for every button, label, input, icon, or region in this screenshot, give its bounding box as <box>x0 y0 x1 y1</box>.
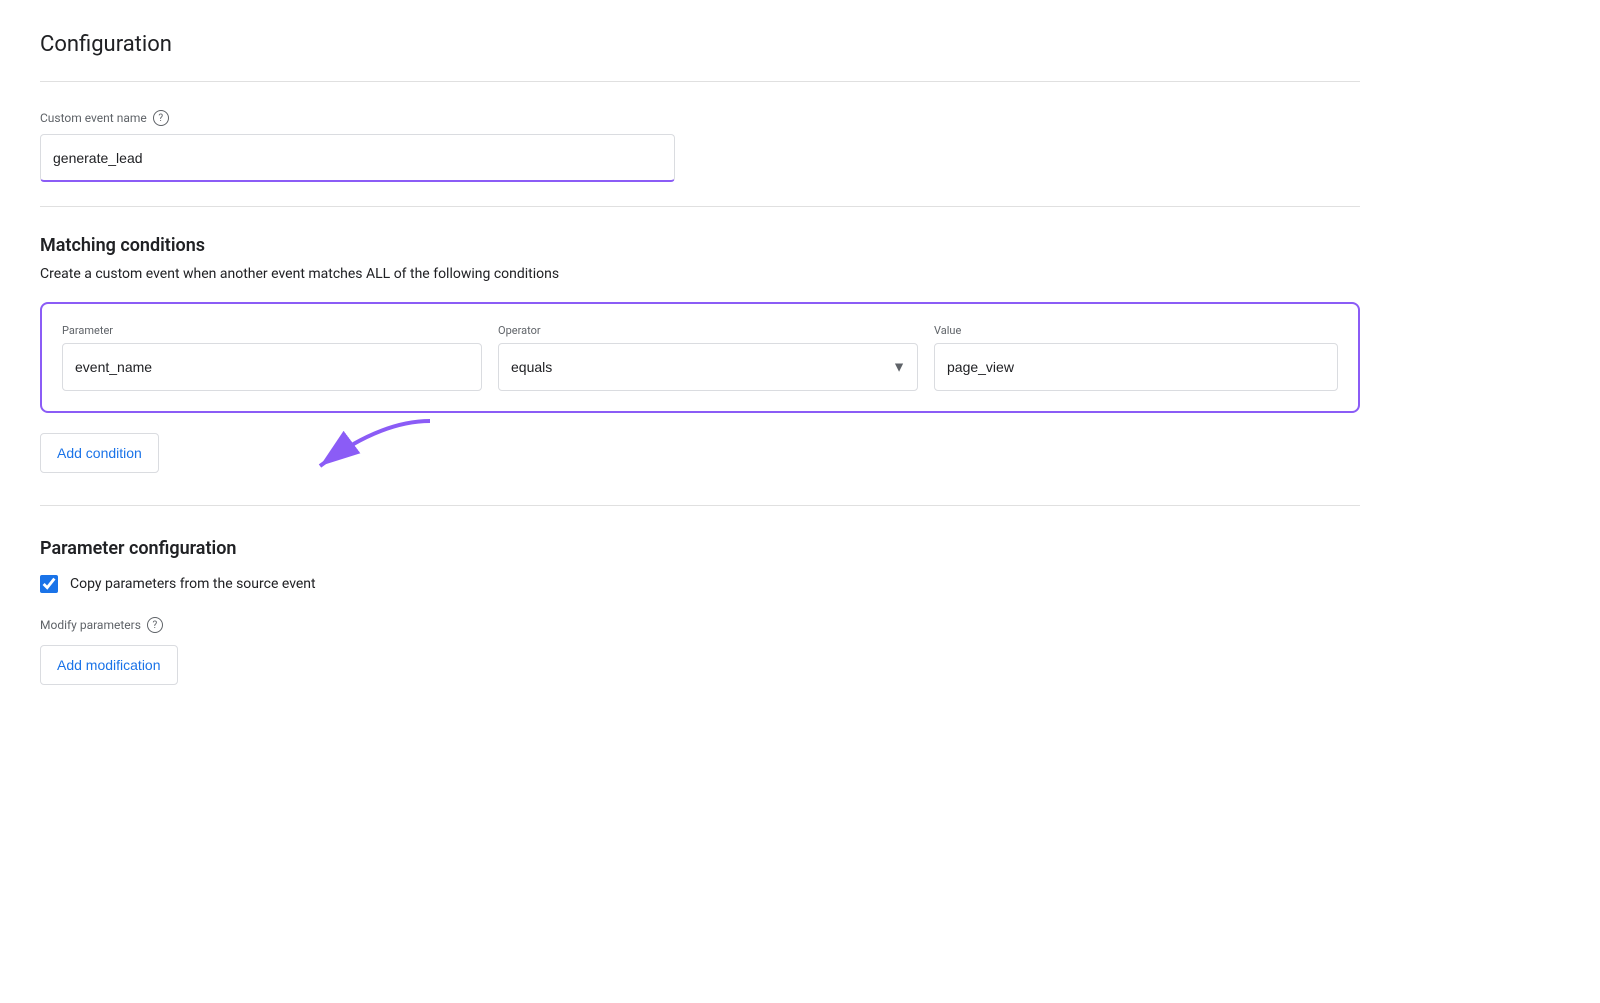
value-input[interactable] <box>934 343 1338 391</box>
matching-conditions-section: Matching conditions Create a custom even… <box>40 235 1360 481</box>
lower-divider <box>40 505 1360 506</box>
copy-params-label: Copy parameters from the source event <box>70 576 316 592</box>
page-title: Configuration <box>40 32 1360 57</box>
parameter-field: Parameter <box>62 324 482 391</box>
add-condition-button[interactable]: Add condition <box>40 433 159 473</box>
operator-field: Operator equals contains starts with end… <box>498 324 918 391</box>
copy-params-checkbox[interactable] <box>40 575 58 593</box>
parameter-input[interactable] <box>62 343 482 391</box>
modify-params-help-icon[interactable]: ? <box>147 617 163 633</box>
custom-event-help-icon[interactable]: ? <box>153 110 169 126</box>
matching-conditions-title: Matching conditions <box>40 235 1360 256</box>
operator-select[interactable]: equals contains starts with ends with do… <box>498 343 918 391</box>
add-condition-wrapper: Add condition <box>40 421 159 481</box>
copy-params-row: Copy parameters from the source event <box>40 575 1360 593</box>
arrow-annotation <box>260 411 440 491</box>
parameter-config-title: Parameter configuration <box>40 538 1360 559</box>
value-field: Value <box>934 324 1338 391</box>
parameter-configuration-section: Parameter configuration Copy parameters … <box>40 538 1360 685</box>
parameter-label: Parameter <box>62 324 482 337</box>
add-modification-button[interactable]: Add modification <box>40 645 178 685</box>
custom-event-label: Custom event name ? <box>40 110 1360 126</box>
mid-divider <box>40 206 1360 207</box>
operator-wrapper: equals contains starts with ends with do… <box>498 343 918 391</box>
custom-event-section: Custom event name ? <box>40 110 1360 182</box>
conditions-box: Parameter Operator equals contains start… <box>40 302 1360 413</box>
value-label: Value <box>934 324 1338 337</box>
custom-event-name-input[interactable] <box>40 134 675 182</box>
conditions-row: Parameter Operator equals contains start… <box>62 324 1338 391</box>
operator-label: Operator <box>498 324 918 337</box>
modify-params-label: Modify parameters ? <box>40 617 1360 633</box>
matching-conditions-description: Create a custom event when another event… <box>40 266 1360 282</box>
page-container: Configuration Custom event name ? Matchi… <box>0 0 1400 717</box>
top-divider <box>40 81 1360 82</box>
